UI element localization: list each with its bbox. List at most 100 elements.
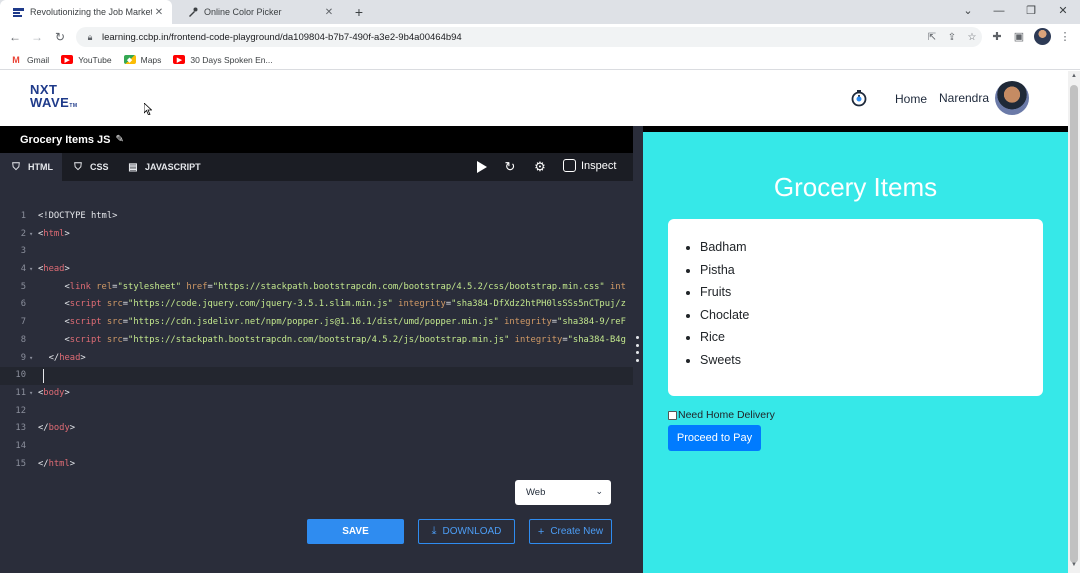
url-text[interactable]: learning.ccbp.in/frontend-code-playgroun…: [102, 32, 922, 43]
browser-profile-avatar[interactable]: [1034, 28, 1051, 45]
list-item: Sweets: [700, 349, 1043, 372]
editor-title-bar: Grocery Items JS ✎: [0, 126, 633, 153]
list-item: Choclate: [700, 304, 1043, 327]
scroll-thumb[interactable]: [1070, 85, 1078, 563]
close-tab-icon[interactable]: ✕: [322, 7, 336, 18]
bookmark-spoken-english[interactable]: ▶ 30 Days Spoken En...: [173, 54, 273, 65]
code-line: 13 </body>: [15, 423, 76, 434]
save-button[interactable]: SAVE: [307, 519, 404, 544]
bookmarks-bar: M Gmail ▶ YouTube ◆ Maps ▶ 30 Days Spoke…: [0, 50, 1080, 70]
bookmark-youtube[interactable]: ▶ YouTube: [61, 54, 112, 65]
mouse-cursor-icon: [144, 103, 152, 115]
home-delivery-checkbox[interactable]: [668, 410, 677, 420]
new-tab-icon[interactable]: +: [350, 3, 368, 21]
page-title: Grocery Items: [773, 172, 938, 202]
list-item: Badham: [700, 236, 1043, 259]
bookmark-maps[interactable]: ◆ Maps: [123, 54, 162, 65]
output-mode-select[interactable]: Web ⌄: [515, 480, 611, 505]
tab-title: Online Color Picker: [204, 7, 282, 17]
download-button[interactable]: ⤓ DOWNLOAD: [418, 519, 515, 544]
bookmark-star-icon[interactable]: ☆: [962, 32, 982, 43]
restore-icon[interactable]: ❐: [1015, 0, 1047, 24]
minimize-icon[interactable]: —: [983, 0, 1015, 24]
fold-arrow-icon[interactable]: ▾: [29, 385, 33, 403]
close-tab-icon[interactable]: ✕: [152, 7, 166, 18]
fold-arrow-icon[interactable]: ▾: [29, 350, 33, 368]
extensions-icon[interactable]: ✚: [989, 29, 1005, 45]
css3-icon: ⛉: [74, 161, 82, 173]
browser-tab-active[interactable]: Revolutionizing the Job Market | ✕: [0, 0, 172, 24]
resize-handle-icon[interactable]: [636, 336, 639, 362]
reload-icon[interactable]: ↻: [51, 28, 69, 46]
color-picker-favicon-icon: [186, 6, 198, 18]
close-window-icon[interactable]: ✕: [1047, 0, 1079, 24]
bookmark-label: 30 Days Spoken En...: [190, 54, 273, 65]
list-item: Fruits: [700, 281, 1043, 304]
stopwatch-icon[interactable]: [850, 89, 868, 107]
inspect-toggle[interactable]: Inspect: [563, 159, 616, 172]
code-line: 15 </html>: [15, 458, 76, 469]
share-icon[interactable]: ⇪: [942, 32, 962, 43]
grocery-list-card: Badham Pistha Fruits Choclate Rice Sweet…: [668, 219, 1043, 396]
bookmark-label: Maps: [140, 54, 162, 65]
run-icon[interactable]: [476, 161, 488, 173]
side-panel-icon[interactable]: ▣: [1011, 29, 1027, 45]
browser-toolbar: ← → ↻ 🔒︎ learning.ccbp.in/frontend-code-…: [0, 24, 1080, 50]
code-line: 9 ▾ </head>: [0, 350, 633, 368]
browser-tab-strip: Revolutionizing the Job Market | ✕ Onlin…: [0, 0, 1080, 24]
code-line: 14: [15, 440, 26, 451]
create-new-button[interactable]: + Create New: [529, 519, 612, 544]
fold-arrow-icon[interactable]: ▾: [29, 261, 33, 279]
settings-gear-icon[interactable]: ⚙: [532, 159, 548, 175]
proceed-to-pay-button[interactable]: Proceed to Pay: [668, 425, 761, 451]
scroll-up-icon[interactable]: ▲: [1068, 73, 1080, 83]
fold-arrow-icon[interactable]: ▾: [29, 226, 33, 244]
browser-menu-icon[interactable]: ⋮: [1057, 29, 1073, 45]
text-cursor: [43, 369, 44, 384]
chevron-down-icon: ⌄: [595, 486, 603, 496]
plus-icon: +: [537, 525, 545, 538]
code-line: 5 <link rel="stylesheet" href="https://s…: [20, 281, 626, 292]
user-name[interactable]: Narendra: [939, 91, 989, 105]
youtube-icon: ▶: [173, 55, 186, 64]
code-area[interactable]: 1 <!DOCTYPE html> 2 ▾ <html> 3 4 ▾ <head> 5 <…: [0, 208, 633, 473]
user-avatar[interactable]: [995, 81, 1029, 115]
js-file-icon: ▤: [128, 161, 138, 173]
bookmark-label: Gmail: [27, 54, 50, 65]
back-icon[interactable]: ←: [6, 28, 24, 46]
address-bar[interactable]: 🔒︎ learning.ccbp.in/frontend-code-playgr…: [76, 27, 982, 47]
list-item: Pistha: [700, 259, 1043, 282]
scroll-down-icon[interactable]: ▼: [1068, 562, 1080, 572]
nxtwave-logo[interactable]: NXT WAVETM: [30, 83, 90, 113]
html5-icon: ⛉: [12, 161, 20, 173]
code-line: 11 ▾ <body>: [0, 385, 633, 403]
open-in-app-icon[interactable]: ⇱: [922, 32, 942, 43]
output-preview: Grocery Items Badham Pistha Fruits Chocl…: [643, 126, 1068, 573]
youtube-icon: ▶: [61, 55, 74, 64]
code-line-current: 10: [0, 367, 633, 385]
home-delivery-option[interactable]: Need Home Delivery: [668, 409, 775, 421]
code-line: 3: [20, 246, 26, 257]
code-line: 7 <script src="https://cdn.jsdelivr.net/…: [20, 317, 626, 328]
forward-icon[interactable]: →: [28, 28, 46, 46]
tab-css[interactable]: ⛉ CSS: [62, 153, 117, 181]
code-line: 1 <!DOCTYPE html>: [20, 211, 118, 221]
code-line: 8 <script src="https://stackpath.bootstr…: [20, 334, 626, 345]
bookmark-gmail[interactable]: M Gmail: [10, 55, 49, 65]
download-icon: ⤓: [431, 525, 437, 537]
browser-tab-inactive[interactable]: Online Color Picker ✕: [174, 0, 342, 24]
edit-pencil-icon[interactable]: ✎: [116, 134, 124, 145]
nxtwave-favicon-icon: [12, 6, 24, 18]
list-item: Rice: [700, 326, 1043, 349]
grocery-list: Badham Pistha Fruits Choclate Rice Sweet…: [700, 236, 1043, 371]
tab-javascript[interactable]: ▤ JAVASCRIPT: [117, 153, 212, 181]
reset-icon[interactable]: ↻: [502, 159, 518, 175]
tab-search-icon[interactable]: ⌄: [952, 0, 984, 24]
nav-home-link[interactable]: Home: [895, 92, 927, 106]
bookmark-label: YouTube: [78, 54, 112, 65]
page-scrollbar[interactable]: ▲ ▼: [1068, 71, 1080, 573]
project-name: Grocery Items JS: [20, 133, 111, 146]
lock-icon: 🔒︎: [87, 31, 93, 42]
site-header: NXT WAVETM Home Narendra: [0, 71, 1068, 126]
tab-html[interactable]: ⛉ HTML: [0, 153, 62, 181]
